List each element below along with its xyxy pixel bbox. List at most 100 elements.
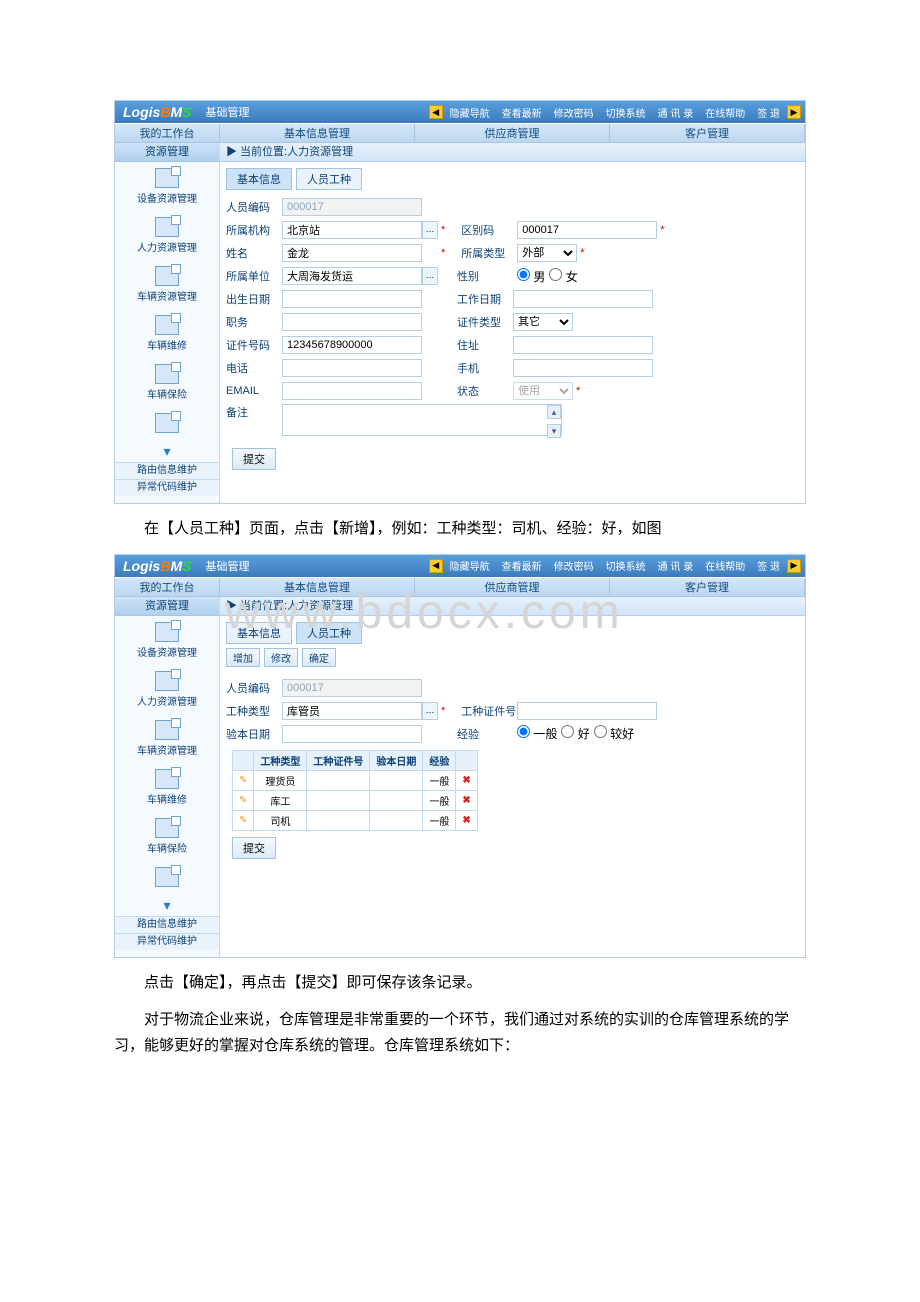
nav-prev-icon[interactable]: ◀ [429,559,443,573]
top-btn-switch[interactable]: 切换系统 [601,105,651,120]
top-btn-switch[interactable]: 切换系统 [601,558,651,573]
input-email[interactable] [282,382,422,400]
top-btn-latest[interactable]: 查看最新 [497,105,547,120]
input-mobile[interactable] [513,359,653,377]
input-workdate[interactable] [513,290,653,308]
radio-male[interactable]: 男 [517,268,545,285]
tab-supplier[interactable]: 供应商管理 [415,124,610,142]
input-check-date[interactable] [282,725,422,743]
lbl-birth: 出生日期 [226,291,282,307]
lbl-person-code: 人员编码 [226,199,282,215]
sidebar-link-route[interactable]: 路由信息维护 [115,916,219,933]
row-edit-icon[interactable]: ✎ [239,775,247,786]
submit-button[interactable]: 提交 [232,448,276,470]
top-btn-contacts[interactable]: 通 讯 录 [653,105,699,120]
textarea-remark[interactable] [282,404,562,436]
nav-next-icon[interactable]: ▶ [787,105,801,119]
input-org[interactable] [282,221,422,239]
topbar: LogisBMS 基础管理 ◀ 隐藏导航 查看最新 修改密码 切换系统 通 讯 … [115,555,805,577]
insurance-icon [155,364,179,384]
input-birth[interactable] [282,290,422,308]
tab-customer[interactable]: 客户管理 [610,578,805,596]
top-btn-hide-nav[interactable]: 隐藏导航 [445,558,495,573]
sidebar-item-equipment[interactable]: 设备资源管理 [115,616,219,665]
tab-workbench[interactable]: 我的工作台 [115,124,220,142]
sidebar-collapse-icon[interactable]: ▾ [115,441,219,462]
row-edit-icon[interactable]: ✎ [239,815,247,826]
row-edit-icon[interactable]: ✎ [239,795,247,806]
input-person-code[interactable] [282,198,422,216]
lookup-jobtype-button[interactable]: … [422,702,438,720]
row-delete-icon[interactable]: ✖ [462,795,470,806]
sidebar-link-error[interactable]: 异常代码维护 [115,933,219,950]
sidebar-collapse-icon[interactable]: ▾ [115,895,219,916]
radio-female[interactable]: 女 [549,268,577,285]
extra-icon [155,413,179,433]
select-status[interactable]: 使用 [513,382,573,400]
row-delete-icon[interactable]: ✖ [462,815,470,826]
add-button[interactable]: 增加 [226,648,260,667]
input-person-code[interactable] [282,679,422,697]
top-btn-hide-nav[interactable]: 隐藏导航 [445,105,495,120]
sidebar-head[interactable]: 资源管理 [115,143,219,162]
edit-button[interactable]: 修改 [264,648,298,667]
input-cert-no[interactable] [282,336,422,354]
lookup-unit-button[interactable]: … [422,267,438,285]
sidebar-item-hr[interactable]: 人力资源管理 [115,211,219,260]
scroll-down-icon[interactable]: ▾ [547,424,561,438]
input-phone[interactable] [282,359,422,377]
tab-basic-info[interactable]: 基本信息管理 [220,578,415,596]
tab-customer[interactable]: 客户管理 [610,124,805,142]
sidebar-item-equipment[interactable]: 设备资源管理 [115,162,219,211]
sidebar-item-hr[interactable]: 人力资源管理 [115,665,219,714]
confirm-button[interactable]: 确定 [302,648,336,667]
subtab-jobtype[interactable]: 人员工种 [296,622,362,644]
sidebar-item-vehicle[interactable]: 车辆资源管理 [115,260,219,309]
lookup-org-button[interactable]: … [422,221,438,239]
nav-prev-icon[interactable]: ◀ [429,105,443,119]
submit-button[interactable]: 提交 [232,837,276,859]
radio-exp-good[interactable]: 好 [561,725,589,742]
sidebar-item-extra[interactable] [115,861,219,895]
nav-next-icon[interactable]: ▶ [787,559,801,573]
scroll-up-icon[interactable]: ▴ [547,405,561,419]
radio-exp-better[interactable]: 较好 [594,725,634,742]
row-delete-icon[interactable]: ✖ [462,775,470,786]
input-job-cert[interactable] [517,702,657,720]
module-title: 基础管理 [205,104,249,120]
sidebar-item-repair[interactable]: 车辆维修 [115,309,219,358]
input-position[interactable] [282,313,422,331]
sidebar-item-insurance[interactable]: 车辆保险 [115,358,219,407]
top-btn-password[interactable]: 修改密码 [549,558,599,573]
tab-basic-info[interactable]: 基本信息管理 [220,124,415,142]
select-cert-type[interactable]: 其它 [513,313,573,331]
input-name[interactable] [282,244,422,262]
top-btn-contacts[interactable]: 通 讯 录 [653,558,699,573]
sidebar-link-route[interactable]: 路由信息维护 [115,462,219,479]
top-btn-help[interactable]: 在线帮助 [700,558,750,573]
input-job-type[interactable] [282,702,422,720]
subtab-basic[interactable]: 基本信息 [226,168,292,190]
top-btn-password[interactable]: 修改密码 [549,105,599,120]
subtab-jobtype[interactable]: 人员工种 [296,168,362,190]
top-btn-latest[interactable]: 查看最新 [497,558,547,573]
input-address[interactable] [513,336,653,354]
radio-exp-normal[interactable]: 一般 [517,725,557,742]
top-btn-logout[interactable]: 签 退 [752,105,785,120]
sidebar-item-vehicle[interactable]: 车辆资源管理 [115,714,219,763]
input-unit[interactable] [282,267,422,285]
tab-supplier[interactable]: 供应商管理 [415,578,610,596]
sidebar-head[interactable]: 资源管理 [115,597,219,616]
lbl-cert-type: 证件类型 [457,314,513,330]
subtab-basic[interactable]: 基本信息 [226,622,292,644]
sidebar-item-repair[interactable]: 车辆维修 [115,763,219,812]
sidebar-item-extra[interactable] [115,407,219,441]
top-btn-logout[interactable]: 签 退 [752,558,785,573]
select-belong-type[interactable]: 外部 [517,244,577,262]
tab-workbench[interactable]: 我的工作台 [115,578,220,596]
repair-icon [155,769,179,789]
sidebar-item-insurance[interactable]: 车辆保险 [115,812,219,861]
sidebar-link-error[interactable]: 异常代码维护 [115,479,219,496]
input-area-code[interactable] [517,221,657,239]
top-btn-help[interactable]: 在线帮助 [700,105,750,120]
